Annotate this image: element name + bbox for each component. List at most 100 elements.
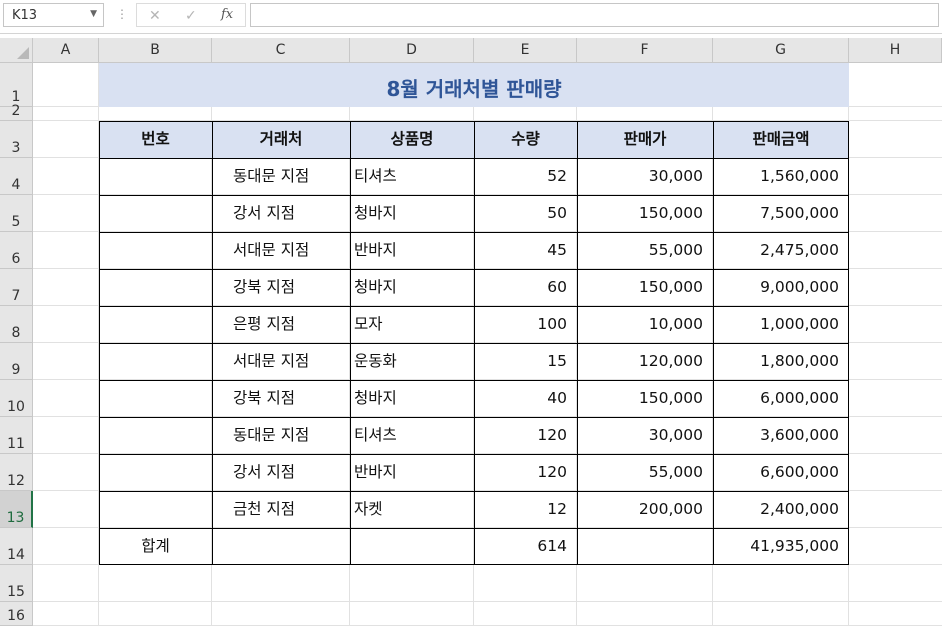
cell-price[interactable]: 150,000 bbox=[577, 380, 713, 417]
cell-store[interactable]: 동대문 지점 bbox=[212, 417, 350, 454]
cell-amount[interactable]: 1,800,000 bbox=[713, 343, 849, 380]
cell-quantity[interactable]: 60 bbox=[474, 269, 577, 306]
cell-store[interactable]: 강서 지점 bbox=[212, 454, 350, 491]
cell-empty[interactable] bbox=[212, 528, 350, 565]
cell-product[interactable]: 티셔츠 bbox=[350, 158, 474, 195]
table-header-cell[interactable]: 수량 bbox=[474, 121, 577, 158]
cell-store[interactable]: 서대문 지점 bbox=[212, 232, 350, 269]
cell-amount[interactable]: 6,600,000 bbox=[713, 454, 849, 491]
cell-quantity[interactable]: 120 bbox=[474, 417, 577, 454]
cell-number[interactable] bbox=[99, 269, 212, 306]
cell-amount[interactable]: 7,500,000 bbox=[713, 195, 849, 232]
cell-quantity[interactable]: 100 bbox=[474, 306, 577, 343]
cell-quantity[interactable]: 120 bbox=[474, 454, 577, 491]
row-header-3[interactable]: 3 bbox=[0, 121, 33, 158]
cell-product[interactable]: 청바지 bbox=[350, 380, 474, 417]
cell-number[interactable] bbox=[99, 232, 212, 269]
cell-product[interactable]: 운동화 bbox=[350, 343, 474, 380]
cell-price[interactable]: 10,000 bbox=[577, 306, 713, 343]
cell-number[interactable] bbox=[99, 195, 212, 232]
cell-quantity[interactable]: 50 bbox=[474, 195, 577, 232]
insert-function-icon[interactable]: fx bbox=[221, 7, 233, 22]
row-header-9[interactable]: 9 bbox=[0, 343, 33, 380]
cell-price[interactable]: 30,000 bbox=[577, 158, 713, 195]
cell-product[interactable]: 반바지 bbox=[350, 454, 474, 491]
column-header-d[interactable]: D bbox=[350, 38, 474, 63]
cell-amount[interactable]: 1,560,000 bbox=[713, 158, 849, 195]
row-header-1[interactable]: 1 bbox=[0, 63, 33, 107]
cell-empty[interactable] bbox=[350, 528, 474, 565]
column-header-c[interactable]: C bbox=[212, 38, 350, 63]
table-header-cell[interactable]: 판매금액 bbox=[713, 121, 849, 158]
cell-product[interactable]: 반바지 bbox=[350, 232, 474, 269]
cell-quantity[interactable]: 15 bbox=[474, 343, 577, 380]
cell-store[interactable]: 은평 지점 bbox=[212, 306, 350, 343]
table-header-cell[interactable]: 번호 bbox=[99, 121, 212, 158]
sheet-title[interactable]: 8월 거래처별 판매량 bbox=[99, 73, 849, 102]
table-header-cell[interactable]: 거래처 bbox=[212, 121, 350, 158]
cell-number[interactable] bbox=[99, 158, 212, 195]
column-header-b[interactable]: B bbox=[99, 38, 212, 63]
column-header-g[interactable]: G bbox=[713, 38, 849, 63]
cell-total-label[interactable]: 합계 bbox=[99, 528, 212, 565]
cell-product[interactable]: 자켓 bbox=[350, 491, 474, 528]
row-header-13[interactable]: 13 bbox=[0, 491, 33, 528]
check-icon[interactable]: ✓ bbox=[185, 8, 197, 24]
cell-product[interactable]: 청바지 bbox=[350, 195, 474, 232]
chevron-down-icon[interactable]: ▼ bbox=[90, 9, 97, 19]
cell-number[interactable] bbox=[99, 306, 212, 343]
cell-product[interactable]: 청바지 bbox=[350, 269, 474, 306]
cell-number[interactable] bbox=[99, 343, 212, 380]
cell-empty[interactable] bbox=[577, 528, 713, 565]
row-header-4[interactable]: 4 bbox=[0, 158, 33, 195]
cell-number[interactable] bbox=[99, 380, 212, 417]
cancel-icon[interactable]: ✕ bbox=[149, 8, 161, 24]
cell-amount[interactable]: 9,000,000 bbox=[713, 269, 849, 306]
column-header-e[interactable]: E bbox=[474, 38, 577, 63]
cell-store[interactable]: 강서 지점 bbox=[212, 195, 350, 232]
column-header-h[interactable]: H bbox=[849, 38, 942, 63]
row-header-6[interactable]: 6 bbox=[0, 232, 33, 269]
row-header-12[interactable]: 12 bbox=[0, 454, 33, 491]
row-header-7[interactable]: 7 bbox=[0, 269, 33, 306]
row-header-8[interactable]: 8 bbox=[0, 306, 33, 343]
cell-amount[interactable]: 6,000,000 bbox=[713, 380, 849, 417]
cell-price[interactable]: 200,000 bbox=[577, 491, 713, 528]
cell-amount[interactable]: 3,600,000 bbox=[713, 417, 849, 454]
spreadsheet-grid[interactable]: ABCDEFGH 1 2 3 4 5 6 7 8 9 10 11 12 13 14 15 16 8월 거래처별… bbox=[0, 38, 942, 626]
cell-amount[interactable]: 2,475,000 bbox=[713, 232, 849, 269]
cell-total-quantity[interactable]: 614 bbox=[474, 528, 577, 565]
cell-amount[interactable]: 1,000,000 bbox=[713, 306, 849, 343]
cell-product[interactable]: 모자 bbox=[350, 306, 474, 343]
cell-price[interactable]: 150,000 bbox=[577, 195, 713, 232]
cell-quantity[interactable]: 45 bbox=[474, 232, 577, 269]
row-header-14[interactable]: 14 bbox=[0, 528, 33, 565]
row-header-2[interactable]: 2 bbox=[0, 103, 33, 121]
row-header-11[interactable]: 11 bbox=[0, 417, 33, 454]
cell-store[interactable]: 강북 지점 bbox=[212, 269, 350, 306]
cell-number[interactable] bbox=[99, 454, 212, 491]
cell-number[interactable] bbox=[99, 491, 212, 528]
cell-product[interactable]: 티셔츠 bbox=[350, 417, 474, 454]
cell-store[interactable]: 금천 지점 bbox=[212, 491, 350, 528]
column-header-a[interactable]: A bbox=[33, 38, 99, 63]
cell-quantity[interactable]: 12 bbox=[474, 491, 577, 528]
formula-input[interactable] bbox=[250, 3, 939, 27]
row-header-16[interactable]: 16 bbox=[0, 602, 33, 626]
table-header-cell[interactable]: 판매가 bbox=[577, 121, 713, 158]
table-header-cell[interactable]: 상품명 bbox=[350, 121, 474, 158]
cell-store[interactable]: 동대문 지점 bbox=[212, 158, 350, 195]
name-box[interactable]: K13 ▼ bbox=[3, 3, 104, 27]
cell-total-amount[interactable]: 41,935,000 bbox=[713, 528, 849, 565]
cell-price[interactable]: 120,000 bbox=[577, 343, 713, 380]
cell-store[interactable]: 강북 지점 bbox=[212, 380, 350, 417]
drag-handle-icon[interactable]: ⋮ bbox=[116, 7, 128, 21]
cell-price[interactable]: 55,000 bbox=[577, 454, 713, 491]
row-header-10[interactable]: 10 bbox=[0, 380, 33, 417]
cell-quantity[interactable]: 52 bbox=[474, 158, 577, 195]
cell-amount[interactable]: 2,400,000 bbox=[713, 491, 849, 528]
cell-store[interactable]: 서대문 지점 bbox=[212, 343, 350, 380]
cell-price[interactable]: 30,000 bbox=[577, 417, 713, 454]
cell-price[interactable]: 55,000 bbox=[577, 232, 713, 269]
row-header-5[interactable]: 5 bbox=[0, 195, 33, 232]
